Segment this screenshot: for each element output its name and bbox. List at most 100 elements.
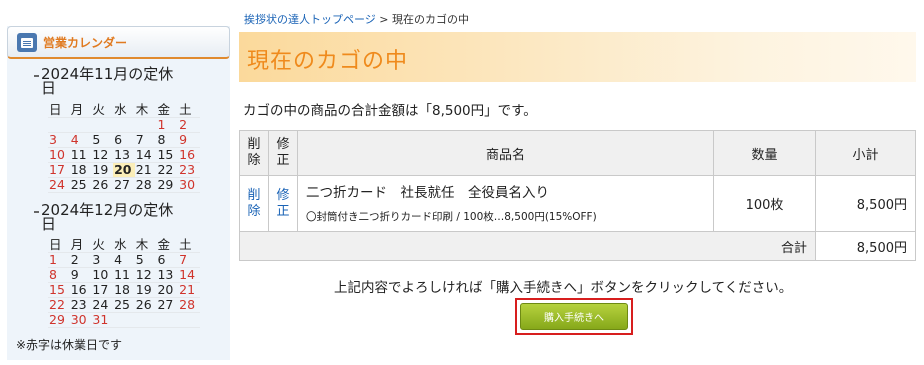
checkout-button[interactable]: 購入手続きへ	[520, 303, 628, 330]
calendar-day: 26	[134, 297, 157, 313]
calendar-week-row: 22 23 24 25 26 27 28	[48, 297, 200, 313]
calendar-day: 17	[48, 162, 70, 178]
calendar-day: 31	[91, 312, 114, 328]
calendar-day: 20	[113, 162, 135, 178]
collapse-dash-icon	[34, 75, 39, 77]
item-product-cell: 二つ折カード 社長就任 全役員名入り 〇封筒付き二つ折りカード印刷 / 100枚…	[297, 175, 714, 232]
calendar-icon	[17, 32, 37, 52]
header-modify: 修正	[268, 130, 298, 176]
calendar-day	[113, 117, 135, 133]
calendar-day: 24	[48, 177, 70, 193]
calendar-week-row: 1234567	[48, 252, 200, 268]
calendar-day: 5	[134, 252, 157, 268]
collapse-dash-icon	[34, 211, 39, 213]
header-quantity: 数量	[713, 130, 816, 176]
breadcrumb: 挨拶状の達人トップページ > 現在のカゴの中	[244, 11, 469, 27]
calendar-day: 15	[48, 282, 70, 298]
calendar-day	[134, 117, 157, 133]
calendar-day: 22	[156, 162, 179, 178]
calendar-day: 9	[178, 132, 200, 148]
weekday-label: 日	[48, 238, 70, 253]
calendar-day: 6	[113, 132, 135, 148]
calendar-day: 12	[91, 147, 114, 163]
calendar-day: 18	[69, 162, 92, 178]
weekday-label: 月	[69, 238, 92, 253]
calendar-day: 25	[113, 297, 135, 313]
calendar-day: 3	[91, 252, 114, 268]
month-title-december: 2024年12月の定休 日	[34, 203, 173, 232]
weekday-label: 金	[156, 103, 179, 118]
calendar-day: 16	[178, 147, 200, 163]
cart-item-row: 削除 修正 二つ折カード 社長就任 全役員名入り 〇封筒付き二つ折りカード印刷 …	[239, 175, 916, 232]
delete-link[interactable]: 削除	[239, 175, 269, 232]
weekday-label: 水	[113, 238, 135, 253]
calendar-day: 21	[178, 282, 200, 298]
calendar-week-row: 8 9 10 11 12 13 14	[48, 267, 200, 283]
calendar-day	[69, 117, 92, 133]
weekday-label: 火	[91, 238, 114, 253]
calendar-day	[178, 312, 200, 328]
calendar-day: 1	[156, 117, 179, 133]
weekday-label: 土	[178, 238, 200, 253]
calendar-day: 13	[156, 267, 179, 283]
weekday-row: 日月火水木金土	[48, 238, 200, 253]
calendar-day	[91, 117, 114, 133]
calendar-day: 10	[91, 267, 114, 283]
calendar-day: 18	[113, 282, 135, 298]
calendar-day: 13	[113, 147, 135, 163]
calendar-day: 12	[134, 267, 157, 283]
calendar-day: 11	[69, 147, 92, 163]
breadcrumb-home-link[interactable]: 挨拶状の達人トップページ	[244, 13, 376, 26]
calendar-day	[156, 312, 179, 328]
calendar-header: 営業カレンダー	[7, 26, 230, 59]
item-name: 二つ折カード 社長就任 全役員名入り	[306, 185, 549, 201]
breadcrumb-current: 現在のカゴの中	[392, 13, 469, 26]
total-value: 8,500円	[815, 231, 916, 261]
calendar-day: 23	[69, 297, 92, 313]
calendar-day: 27	[156, 297, 179, 313]
calendar-day: 4	[113, 252, 135, 268]
calendar-day	[48, 117, 70, 133]
calendar-day: 26	[91, 177, 114, 193]
calendar-day: 29	[156, 177, 179, 193]
calendar-day: 9	[69, 267, 92, 283]
calendar-day	[134, 312, 157, 328]
calendar-day: 29	[48, 312, 70, 328]
calendar-day: 17	[91, 282, 114, 298]
calendar-day: 4	[69, 132, 92, 148]
calendar-day: 24	[91, 297, 114, 313]
calendar-day: 19	[134, 282, 157, 298]
weekday-label: 月	[69, 103, 92, 118]
calendar-week-row: 15 16 17 18 19 20 21	[48, 282, 200, 298]
total-label: 合計	[239, 231, 816, 261]
total-message: カゴの中の商品の合計金額は「8,500円」です。	[243, 103, 537, 119]
calendar-week-row: 29 30 31	[48, 312, 200, 328]
weekday-label: 土	[178, 103, 200, 118]
cart-table: 削除 修正 商品名 数量 小計 削除 修正 二つ折カード 社長就任 全役員名入り…	[239, 130, 916, 261]
calendar-day: 10	[48, 147, 70, 163]
calendar-day: 1	[48, 252, 70, 268]
breadcrumb-separator: >	[375, 13, 392, 26]
calendar-day: 2	[69, 252, 92, 268]
modify-link[interactable]: 修正	[268, 175, 298, 232]
calendar-day: 27	[113, 177, 135, 193]
cart-total-row: 合計 8,500円	[239, 231, 916, 261]
calendar-week-row: 12	[48, 117, 200, 133]
calendar-day: 28	[178, 297, 200, 313]
weekday-label: 火	[91, 103, 114, 118]
calendar-november: 日月火水木金土 1 2 3 4 5 6 7 8 9 10 11 12 13 14 15 16 17 18 19 20 21…	[48, 103, 200, 193]
calendar-day: 20	[156, 282, 179, 298]
calendar-day: 14	[134, 147, 157, 163]
calendar-header-title: 営業カレンダー	[43, 35, 128, 50]
calendar-day: 15	[156, 147, 179, 163]
calendar-day: 5	[91, 132, 114, 148]
calendar-day: 11	[113, 267, 135, 283]
calendar-day: 8	[48, 267, 70, 283]
weekday-label: 木	[134, 103, 157, 118]
header-subtotal: 小計	[815, 130, 916, 176]
weekday-label: 水	[113, 103, 135, 118]
weekday-label: 金	[156, 238, 179, 253]
calendar-day: 16	[69, 282, 92, 298]
checkout-highlight-box: 購入手続きへ	[515, 298, 633, 335]
calendar-day: 23	[178, 162, 200, 178]
